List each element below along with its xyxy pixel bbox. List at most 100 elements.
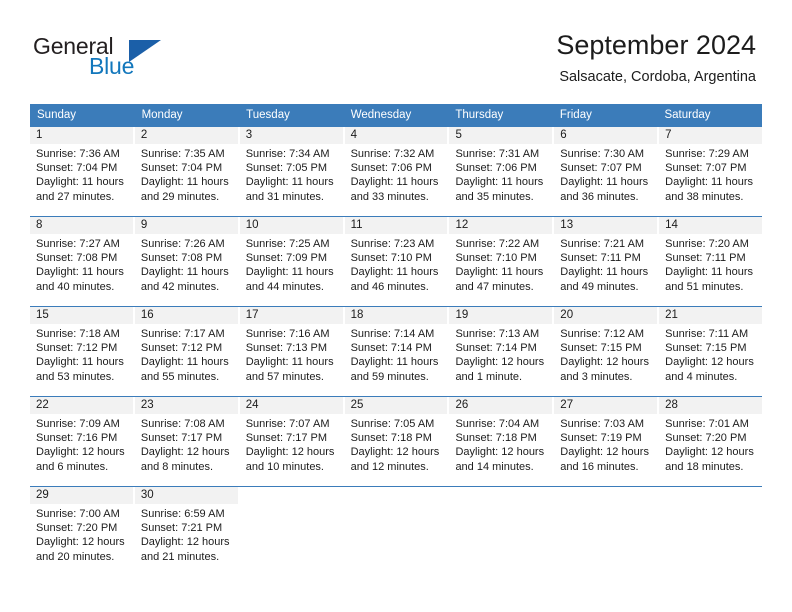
day-details	[345, 504, 448, 507]
page-title: September 2024	[556, 30, 756, 60]
day-number: 12	[455, 219, 469, 231]
sunrise-text: Sunrise: 7:36 AM	[36, 148, 120, 160]
day-number-band	[659, 487, 762, 504]
day-details	[659, 504, 762, 507]
daylight-text-line2: and 6 minutes.	[36, 460, 109, 473]
day-details: Sunrise: 7:30 AM Sunset: 7:07 PM Daylight:…	[554, 144, 657, 204]
day-number-band: 17	[239, 307, 343, 324]
day-details: Sunrise: 7:22 AM Sunset: 7:10 PM Daylight:…	[449, 234, 552, 294]
day-details: Sunrise: 7:36 AM Sunset: 7:04 PM Daylight:…	[30, 144, 133, 204]
day-cell[interactable]: 9 Sunrise: 7:26 AM Sunset: 7:08 PM Daylight…	[134, 217, 238, 299]
day-cell[interactable]: 7 Sunrise: 7:29 AM Sunset: 7:07 PM Daylight…	[659, 127, 763, 209]
sunset-text: Sunset: 7:05 PM	[245, 162, 328, 175]
daylight-text-line1: Daylight: 11 hours	[665, 266, 754, 279]
sunset-text: Sunset: 7:12 PM	[36, 342, 118, 355]
day-cell[interactable]: 19 Sunrise: 7:13 AM Sunset: 7:14 PM Dayligh…	[449, 307, 553, 389]
week-row: 15 Sunrise: 7:18 AM Sunset: 7:12 PM Dayligh…	[30, 306, 763, 389]
day-cell[interactable]: 15 Sunrise: 7:18 AM Sunset: 7:12 PM Dayligh…	[30, 307, 133, 389]
day-details: Sunrise: 7:07 AM Sunset: 7:17 PM Daylight:…	[240, 414, 343, 474]
day-cell[interactable]: 2 Sunrise: 7:35 AM Sunset: 7:04 PM Daylight…	[134, 127, 238, 209]
daylight-text-line1: Daylight: 11 hours	[140, 356, 229, 369]
daylight-text-line1: Daylight: 11 hours	[560, 176, 649, 189]
day-cell[interactable]: 8 Sunrise: 7:27 AM Sunset: 7:08 PM Daylight…	[30, 217, 133, 299]
daylight-text-line1: Daylight: 12 hours	[36, 536, 125, 549]
day-cell[interactable]: 12 Sunrise: 7:22 AM Sunset: 7:10 PM Dayligh…	[449, 217, 553, 299]
day-cell[interactable]: 6 Sunrise: 7:30 AM Sunset: 7:07 PM Daylight…	[554, 127, 658, 209]
daylight-text-line1: Daylight: 11 hours	[665, 176, 754, 189]
day-number: 17	[245, 309, 259, 321]
sunrise-text: Sunrise: 7:23 AM	[350, 238, 435, 250]
daylight-text-line1: Daylight: 12 hours	[455, 446, 545, 459]
sunrise-text: Sunrise: 7:20 AM	[665, 238, 749, 250]
week-row: 8 Sunrise: 7:27 AM Sunset: 7:08 PM Daylight…	[30, 216, 763, 299]
day-cell[interactable]: 10 Sunrise: 7:25 AM Sunset: 7:09 PM Dayligh…	[239, 217, 343, 299]
day-number-band: 12	[449, 217, 553, 234]
sunset-text: Sunset: 7:19 PM	[560, 432, 642, 445]
daylight-text-line1: Daylight: 11 hours	[245, 176, 334, 189]
day-number: 28	[665, 399, 678, 411]
day-cell[interactable]: 1 Sunrise: 7:36 AM Sunset: 7:04 PM Daylight…	[30, 127, 133, 209]
day-number-band: 13	[554, 217, 658, 234]
day-details: Sunrise: 6:59 AM Sunset: 7:21 PM Daylight:…	[135, 504, 238, 564]
day-number: 22	[36, 399, 49, 411]
sunset-text: Sunset: 7:16 PM	[36, 432, 118, 445]
day-number-band: 24	[239, 397, 343, 414]
daylight-text-line1: Daylight: 11 hours	[140, 266, 229, 279]
day-cell[interactable]: 3 Sunrise: 7:34 AM Sunset: 7:05 PM Daylight…	[239, 127, 343, 209]
day-cell[interactable]: 29 Sunrise: 7:00 AM Sunset: 7:20 PM Dayligh…	[30, 487, 133, 569]
day-details: Sunrise: 7:29 AM Sunset: 7:07 PM Daylight:…	[659, 144, 762, 204]
day-cell[interactable]: 21 Sunrise: 7:11 AM Sunset: 7:15 PM Dayligh…	[659, 307, 763, 389]
day-cell[interactable]: 27 Sunrise: 7:03 AM Sunset: 7:19 PM Dayligh…	[554, 397, 658, 479]
day-number: 7	[665, 129, 672, 141]
day-number-band: 4	[344, 127, 448, 144]
sunrise-text: Sunrise: 7:04 AM	[455, 418, 540, 430]
daylight-text-line1: Daylight: 12 hours	[665, 356, 754, 369]
daylight-text-line2: and 33 minutes.	[350, 190, 429, 203]
day-cell[interactable]: 4 Sunrise: 7:32 AM Sunset: 7:06 PM Daylight…	[344, 127, 448, 209]
day-cell[interactable]: 22 Sunrise: 7:09 AM Sunset: 7:16 PM Dayligh…	[30, 397, 133, 479]
daylight-text-line1: Daylight: 11 hours	[350, 266, 439, 279]
daylight-text-line1: Daylight: 12 hours	[140, 446, 230, 459]
sunset-text: Sunset: 7:18 PM	[455, 432, 537, 445]
day-cell[interactable]: 30 Sunrise: 6:59 AM Sunset: 7:21 PM Dayligh…	[134, 487, 238, 569]
daylight-text-line2: and 18 minutes.	[665, 460, 744, 473]
sunrise-text: Sunrise: 7:22 AM	[455, 238, 540, 250]
sunrise-text: Sunrise: 7:27 AM	[36, 238, 120, 250]
day-cell[interactable]: 24 Sunrise: 7:07 AM Sunset: 7:17 PM Dayligh…	[239, 397, 343, 479]
day-number: 1	[36, 129, 43, 141]
daylight-text-line2: and 4 minutes.	[665, 370, 738, 383]
daylight-text-line2: and 10 minutes.	[245, 460, 324, 473]
sunset-text: Sunset: 7:15 PM	[560, 342, 642, 355]
daylight-text-line1: Daylight: 12 hours	[245, 446, 335, 459]
sunrise-text: Sunrise: 7:35 AM	[140, 148, 225, 160]
day-cell[interactable]: 28 Sunrise: 7:01 AM Sunset: 7:20 PM Dayligh…	[659, 397, 763, 479]
day-number-band: 7	[659, 127, 763, 144]
day-number: 8	[36, 219, 43, 231]
day-cell[interactable]: 23 Sunrise: 7:08 AM Sunset: 7:17 PM Dayligh…	[134, 397, 238, 479]
sunset-text: Sunset: 7:04 PM	[140, 162, 223, 175]
sunrise-text: Sunrise: 7:03 AM	[560, 418, 645, 430]
day-cell[interactable]: 17 Sunrise: 7:16 AM Sunset: 7:13 PM Dayligh…	[239, 307, 343, 389]
day-details: Sunrise: 7:26 AM Sunset: 7:08 PM Daylight:…	[135, 234, 238, 294]
sunrise-text: Sunrise: 7:12 AM	[560, 328, 645, 340]
sunset-text: Sunset: 7:12 PM	[140, 342, 223, 355]
day-cell[interactable]: 14 Sunrise: 7:20 AM Sunset: 7:11 PM Dayligh…	[659, 217, 763, 299]
daylight-text-line1: Daylight: 12 hours	[350, 446, 440, 459]
day-cell[interactable]: 5 Sunrise: 7:31 AM Sunset: 7:06 PM Daylight…	[449, 127, 553, 209]
daylight-text-line2: and 27 minutes.	[36, 190, 115, 203]
day-cell[interactable]: 18 Sunrise: 7:14 AM Sunset: 7:14 PM Dayligh…	[344, 307, 448, 389]
sunrise-text: Sunrise: 7:09 AM	[36, 418, 120, 430]
day-number: 21	[665, 309, 678, 321]
day-details	[240, 504, 343, 507]
day-number: 5	[455, 129, 462, 141]
sunset-text: Sunset: 7:17 PM	[245, 432, 328, 445]
daylight-text-line1: Daylight: 12 hours	[560, 446, 649, 459]
day-number-band: 11	[344, 217, 448, 234]
day-cell[interactable]: 25 Sunrise: 7:05 AM Sunset: 7:18 PM Dayligh…	[344, 397, 448, 479]
day-cell[interactable]: 20 Sunrise: 7:12 AM Sunset: 7:15 PM Dayligh…	[554, 307, 658, 389]
day-cell[interactable]: 26 Sunrise: 7:04 AM Sunset: 7:18 PM Dayligh…	[449, 397, 553, 479]
day-cell[interactable]: 13 Sunrise: 7:21 AM Sunset: 7:11 PM Dayligh…	[554, 217, 658, 299]
daylight-text-line2: and 1 minute.	[455, 370, 523, 383]
day-cell[interactable]: 11 Sunrise: 7:23 AM Sunset: 7:10 PM Dayligh…	[344, 217, 448, 299]
day-cell[interactable]: 16 Sunrise: 7:17 AM Sunset: 7:12 PM Dayligh…	[134, 307, 238, 389]
